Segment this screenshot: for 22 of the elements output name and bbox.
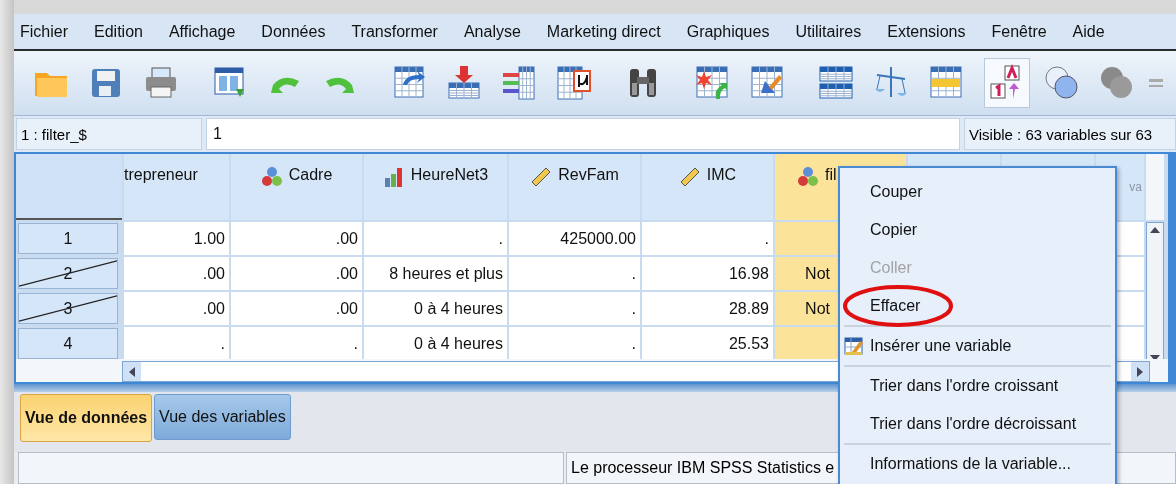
visible-variables-label: Visible : 63 variables sur 63 [964, 118, 1176, 150]
table-cell: . [231, 327, 362, 360]
table-cell: 0 à 4 heures [364, 292, 507, 325]
table-cell: .00 [124, 292, 229, 325]
cell-name-label: 1 : filter_$ [16, 118, 202, 150]
table-cell: . [509, 257, 640, 290]
table-cell: 425000.00 [509, 222, 640, 255]
table-cell: 0 à 4 heures [364, 327, 507, 360]
table-cell: .00 [124, 257, 229, 290]
table-cell: . [642, 222, 773, 255]
table-cell: 28.89 [642, 292, 773, 325]
table-cell: .00 [231, 292, 362, 325]
table-cell: . [509, 327, 640, 360]
table-cell: 25.53 [642, 327, 773, 360]
table-cell: .00 [231, 257, 362, 290]
table-cell: . [364, 222, 507, 255]
table-cell: 16.98 [642, 257, 773, 290]
table-cell: .00 [231, 222, 362, 255]
table-cell: 1.00 [124, 222, 229, 255]
table-cell: . [509, 292, 640, 325]
table-cell: 8 heures et plus [364, 257, 507, 290]
table-cell: . [124, 327, 229, 360]
